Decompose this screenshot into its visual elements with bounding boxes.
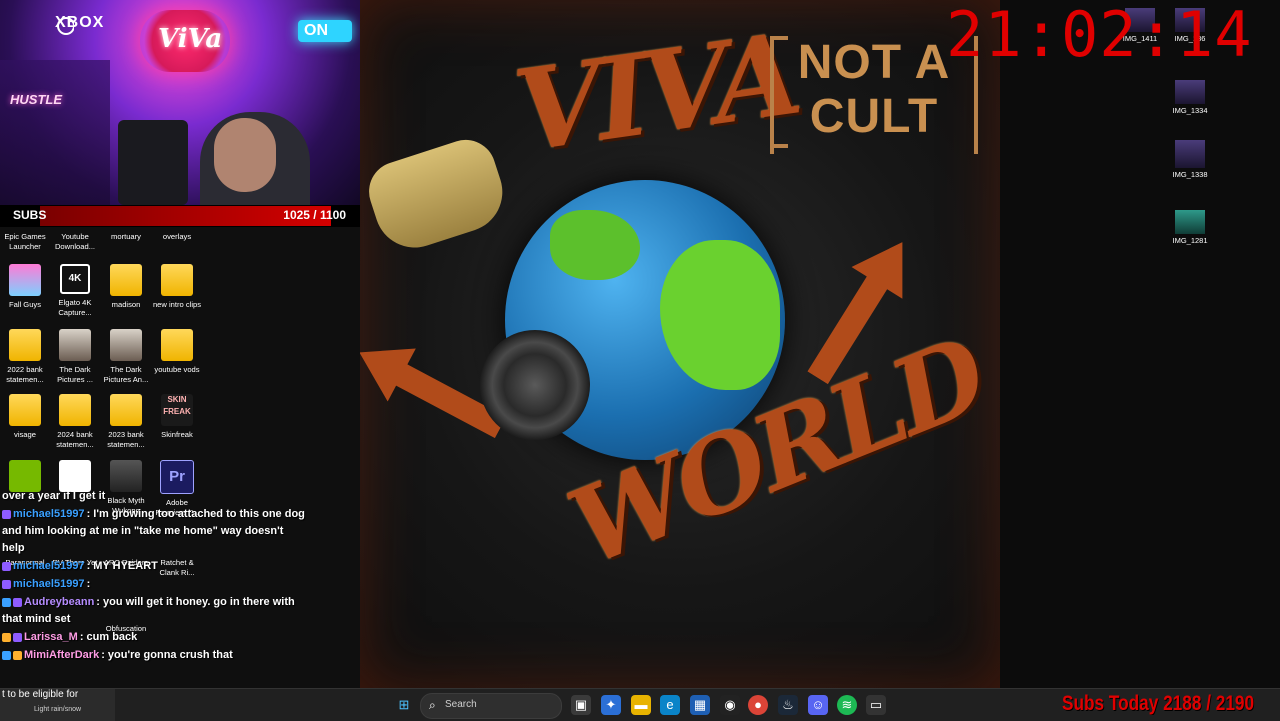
desktop-icon-mortuary[interactable]: mortuary xyxy=(101,232,151,242)
desktop-icon-madison[interactable]: madison xyxy=(101,264,151,310)
subscriber-badge-icon xyxy=(2,561,11,571)
desktop-image-img-1338[interactable]: IMG_1338 xyxy=(1162,140,1218,180)
image-thumbnail-icon xyxy=(1175,80,1205,104)
folder-icon xyxy=(9,394,41,426)
obs-icon[interactable]: ◉ xyxy=(720,695,740,715)
dark-pictures-icon xyxy=(59,329,91,361)
discord-icon[interactable]: ☺ xyxy=(808,695,828,715)
fall-guys-icon xyxy=(9,264,41,296)
microsoft-store-icon[interactable]: ▦ xyxy=(690,695,710,715)
gaming-chair xyxy=(118,120,188,205)
chat-username: michael51997 xyxy=(13,508,85,520)
skinfreak-icon: SKIN FREAK xyxy=(161,394,193,426)
viva-world-artwork: VIVA WORLD NOT A CULT xyxy=(360,0,1000,688)
chat-username: michael51997 xyxy=(13,578,85,590)
subs-goal-bar: SUBS 1025 / 1100 xyxy=(0,205,360,227)
subscriber-badge-icon xyxy=(2,579,11,589)
chat-message: michael51997: xyxy=(0,576,310,594)
desktop-icon-epic-games[interactable]: Epic Games Launcher xyxy=(0,232,50,252)
folder-icon xyxy=(110,264,142,296)
webcam-overlay: XBOX ViVa ON HUSTLE xyxy=(0,0,360,205)
headphones-icon xyxy=(480,330,590,440)
streamer-head xyxy=(214,118,276,192)
desktop-icon-youtube-vods[interactable]: youtube vods xyxy=(152,329,202,375)
spotify-icon[interactable]: ≋ xyxy=(837,695,857,715)
file-explorer-icon[interactable]: ▬ xyxy=(631,695,651,715)
task-view-icon[interactable]: ▣ xyxy=(571,695,591,715)
chat-message: michael51997: I'm growing too attached t… xyxy=(0,506,310,558)
copilot-icon[interactable]: ✦ xyxy=(601,695,621,715)
chrome-icon[interactable]: ● xyxy=(748,695,768,715)
chat-username: michael51997 xyxy=(13,560,85,572)
weather-condition: Light rain/snow xyxy=(34,706,82,713)
weather-widget[interactable]: t to be eligible for Light rain/snow xyxy=(0,689,115,721)
search-icon: ⌕ xyxy=(429,698,436,712)
right-desktop-area: IMG_1411 IMG_136 IMG_1334 IMG_1338 IMG_1… xyxy=(1000,0,1280,688)
on-air-sign: ON xyxy=(298,20,352,42)
terminal-icon[interactable]: ▭ xyxy=(866,695,886,715)
desktop-icon-visage[interactable]: visage xyxy=(0,394,50,440)
chat-message: over a year if I get it xyxy=(2,490,106,502)
chat-message: michael51997: MY HYEART xyxy=(0,558,310,576)
weather-headline: t to be eligible for xyxy=(2,689,79,700)
folder-icon xyxy=(59,394,91,426)
chat-overlay: over a year if I get it michael51997: I'… xyxy=(0,488,310,665)
desktop-icon-skinfreak[interactable]: SKIN FREAK Skinfreak xyxy=(152,394,202,440)
viva-neon-sign: ViVa xyxy=(140,10,230,72)
desktop-icon-youtube-download[interactable]: Youtube Download... xyxy=(50,232,100,252)
elgato-4k-icon: 4K xyxy=(60,264,90,294)
stream-clock: 21:02:14 xyxy=(946,0,1253,71)
subscriber-badge-icon xyxy=(13,597,22,607)
desktop-icon-2024-bank[interactable]: 2024 bank statemen... xyxy=(50,394,100,450)
subs-goal-count: 1025 / 1100 xyxy=(283,208,346,222)
chat-message: MimiAfterDark: you're gonna crush that xyxy=(0,647,310,665)
image-thumbnail-icon xyxy=(1175,140,1205,168)
folder-icon xyxy=(161,264,193,296)
desktop-icon-dark-pictures-2[interactable]: The Dark Pictures An... xyxy=(101,329,151,385)
edge-browser-icon[interactable]: e xyxy=(660,695,680,715)
taskbar-search[interactable]: ⌕ Search xyxy=(420,693,562,719)
image-thumbnail-icon xyxy=(1175,210,1205,234)
desktop-icon-new-intro-clips[interactable]: new intro clips xyxy=(152,264,202,310)
start-button-icon[interactable]: ⊞ xyxy=(394,695,414,715)
dark-pictures-icon xyxy=(110,329,142,361)
desktop-image-img-1334[interactable]: IMG_1334 xyxy=(1162,80,1218,116)
desktop-icon-fall-guys[interactable]: Fall Guys xyxy=(0,264,50,310)
desktop-icon-2022-bank[interactable]: 2022 bank statemen... xyxy=(0,329,50,385)
folder-icon xyxy=(9,329,41,361)
chat-text: : you're gonna crush that xyxy=(101,649,233,661)
desktop-image-img-1281[interactable]: IMG_1281 xyxy=(1162,210,1218,246)
subscriber-badge-icon xyxy=(13,632,22,642)
gift-badge-icon xyxy=(13,650,22,660)
chat-message: Audreybeann: you will get it honey. go i… xyxy=(0,594,310,629)
chat-text: : xyxy=(86,578,91,590)
desktop-icon-dark-pictures-1[interactable]: The Dark Pictures ... xyxy=(50,329,100,385)
chat-username: Larissa_M xyxy=(24,631,78,643)
desktop-icon-overlays[interactable]: overlays xyxy=(152,232,202,242)
chat-text: : MY HYEART xyxy=(86,560,158,572)
folder-icon xyxy=(110,394,142,426)
desktop-icon-2023-bank[interactable]: 2023 bank statemen... xyxy=(101,394,151,450)
moderator-badge-icon xyxy=(2,650,11,660)
subs-goal-label: SUBS xyxy=(13,208,47,222)
search-placeholder: Search xyxy=(445,699,477,710)
gift-badge-icon xyxy=(2,632,11,642)
chat-username: MimiAfterDark xyxy=(24,649,100,661)
xbox-logo: XBOX xyxy=(55,14,105,31)
subs-today-counter: Subs Today 2188 / 2190 xyxy=(1062,692,1255,715)
steam-icon[interactable]: ♨ xyxy=(778,695,798,715)
subscriber-badge-icon xyxy=(2,509,11,519)
hustle-sign: HUSTLE xyxy=(10,92,62,107)
moderator-badge-icon xyxy=(2,597,11,607)
chat-text: : cum back xyxy=(79,631,138,643)
folder-icon xyxy=(161,329,193,361)
chat-username: Audreybeann xyxy=(24,596,95,608)
desktop-icon-elgato[interactable]: 4K Elgato 4K Capture... xyxy=(50,264,100,318)
chat-message: Larissa_M: cum back xyxy=(0,629,310,647)
